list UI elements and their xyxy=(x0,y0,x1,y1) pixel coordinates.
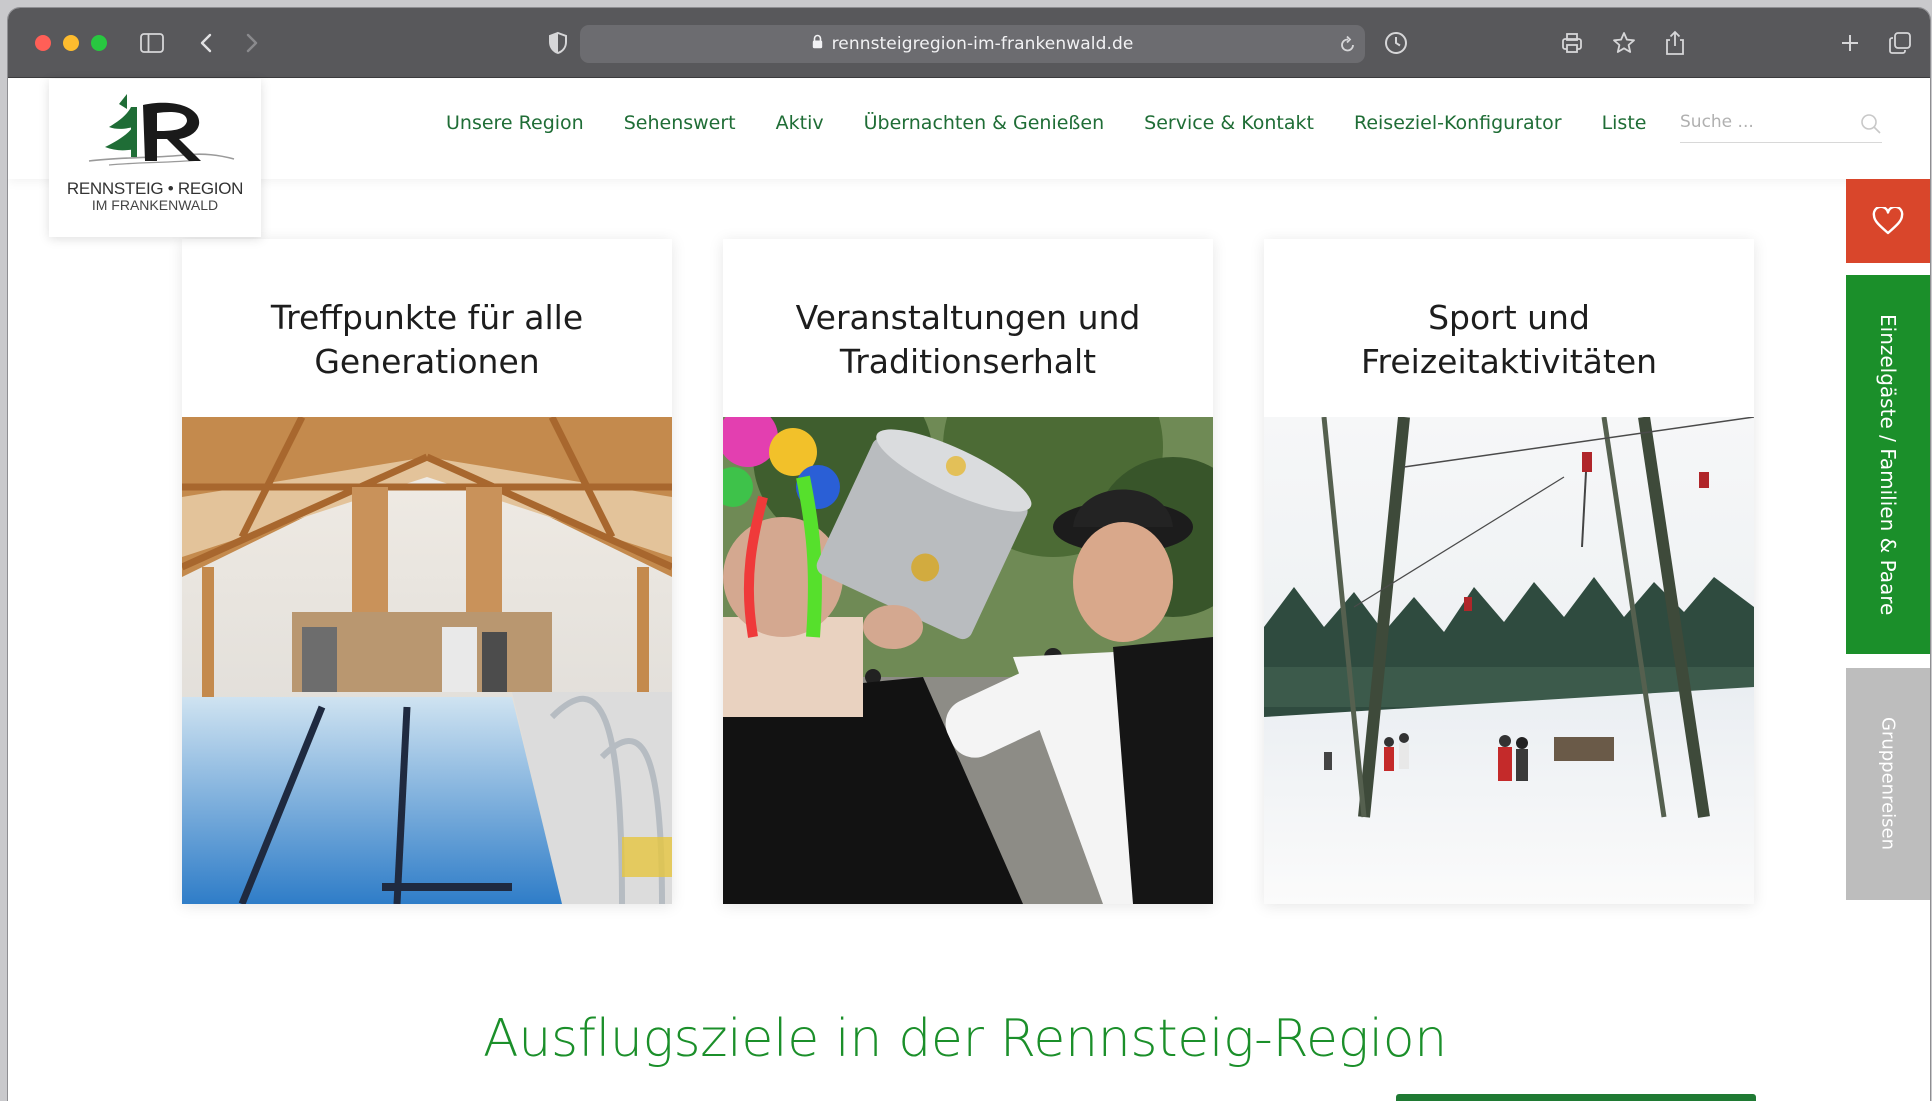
nav-item-service-kontakt[interactable]: Service & Kontakt xyxy=(1144,112,1314,134)
back-icon[interactable] xyxy=(196,29,216,57)
search-icon[interactable] xyxy=(1860,113,1882,140)
favorites-tab[interactable] xyxy=(1846,179,1930,263)
new-tab-icon[interactable] xyxy=(1837,29,1863,57)
nav-item-sehenswert[interactable]: Sehenswert xyxy=(624,112,736,134)
lock-icon xyxy=(812,34,823,54)
card-title-line2: Generationen xyxy=(314,342,540,381)
card-title-line2: Traditionserhalt xyxy=(839,342,1097,381)
zoom-window-button[interactable] xyxy=(91,35,107,51)
browser-window: rennsteigregion-im-frankenwald.de RENNST… xyxy=(8,8,1930,1101)
nav-item-unsere-region[interactable]: Unsere Region xyxy=(446,112,584,134)
ski-lift-image xyxy=(1264,417,1754,904)
tab-gruppenreisen[interactable]: Gruppenreisen xyxy=(1846,668,1930,900)
print-icon[interactable] xyxy=(1559,29,1585,57)
sidebar-icon[interactable] xyxy=(139,29,165,57)
reload-icon[interactable] xyxy=(1339,34,1357,59)
search-input[interactable] xyxy=(1680,105,1850,139)
heart-icon xyxy=(1872,207,1904,235)
green-accent-bar xyxy=(1396,1094,1756,1101)
history-icon[interactable] xyxy=(1383,29,1409,57)
logo-title: RENNSTEIG • REGION xyxy=(66,179,244,198)
nav-item-aktiv[interactable]: Aktiv xyxy=(776,112,824,134)
tradition-event-image xyxy=(723,417,1213,904)
nav-item-liste[interactable]: Liste xyxy=(1602,112,1647,134)
logo-mark-icon xyxy=(88,94,235,166)
browser-toolbar: rennsteigregion-im-frankenwald.de xyxy=(8,8,1930,78)
card-treffpunkte[interactable]: Treffpunkte für alle Generationen xyxy=(182,239,672,904)
card-title-line1: Sport und xyxy=(1428,298,1590,337)
forward-icon[interactable] xyxy=(242,29,262,57)
site-logo[interactable]: RENNSTEIG • REGION IM FRANKENWALD xyxy=(49,79,261,237)
tab-einzelgaeste-label: Einzelgäste / Familien & Paare xyxy=(1876,313,1900,616)
card-title: Treffpunkte für alle Generationen xyxy=(182,296,672,384)
card-title: Sport und Freizeitaktivitäten xyxy=(1264,296,1754,384)
share-icon[interactable] xyxy=(1662,29,1688,57)
card-sport-freizeit[interactable]: Sport und Freizeitaktivitäten xyxy=(1264,239,1754,904)
url-text: rennsteigregion-im-frankenwald.de xyxy=(831,34,1134,54)
nav-item-reiseziel-konfigurator[interactable]: Reiseziel-Konfigurator xyxy=(1354,112,1562,134)
card-veranstaltungen[interactable]: Veranstaltungen und Traditionserhalt xyxy=(723,239,1213,904)
site-search xyxy=(1680,105,1882,143)
bookmark-star-icon[interactable] xyxy=(1611,29,1637,57)
section-title: Ausflugsziele in der Rennsteig-Region xyxy=(483,1009,1447,1069)
shield-icon[interactable] xyxy=(545,29,571,57)
card-title: Veranstaltungen und Traditionserhalt xyxy=(723,296,1213,384)
tab-einzelgaeste-familien[interactable]: Einzelgäste / Familien & Paare xyxy=(1846,275,1930,654)
card-title-line2: Freizeitaktivitäten xyxy=(1360,342,1658,381)
card-title-line1: Veranstaltungen und xyxy=(795,298,1141,337)
logo-subtitle: IM FRANKENWALD xyxy=(91,197,219,213)
address-bar[interactable]: rennsteigregion-im-frankenwald.de xyxy=(580,25,1365,63)
close-window-button[interactable] xyxy=(35,35,51,51)
tab-gruppenreisen-label: Gruppenreisen xyxy=(1877,717,1899,851)
nav-item-uebernachten-geniessen[interactable]: Übernachten & Genießen xyxy=(864,112,1105,134)
minimize-window-button[interactable] xyxy=(63,35,79,51)
main-navigation: Unsere Region Sehenswert Aktiv Übernacht… xyxy=(446,112,1686,134)
web-page: RENNSTEIG • REGION IM FRANKENWALD Unsere… xyxy=(8,79,1930,1101)
tabs-overview-icon[interactable] xyxy=(1887,29,1913,57)
card-title-line1: Treffpunkte für alle xyxy=(270,298,584,337)
indoor-pool-image xyxy=(182,417,672,904)
